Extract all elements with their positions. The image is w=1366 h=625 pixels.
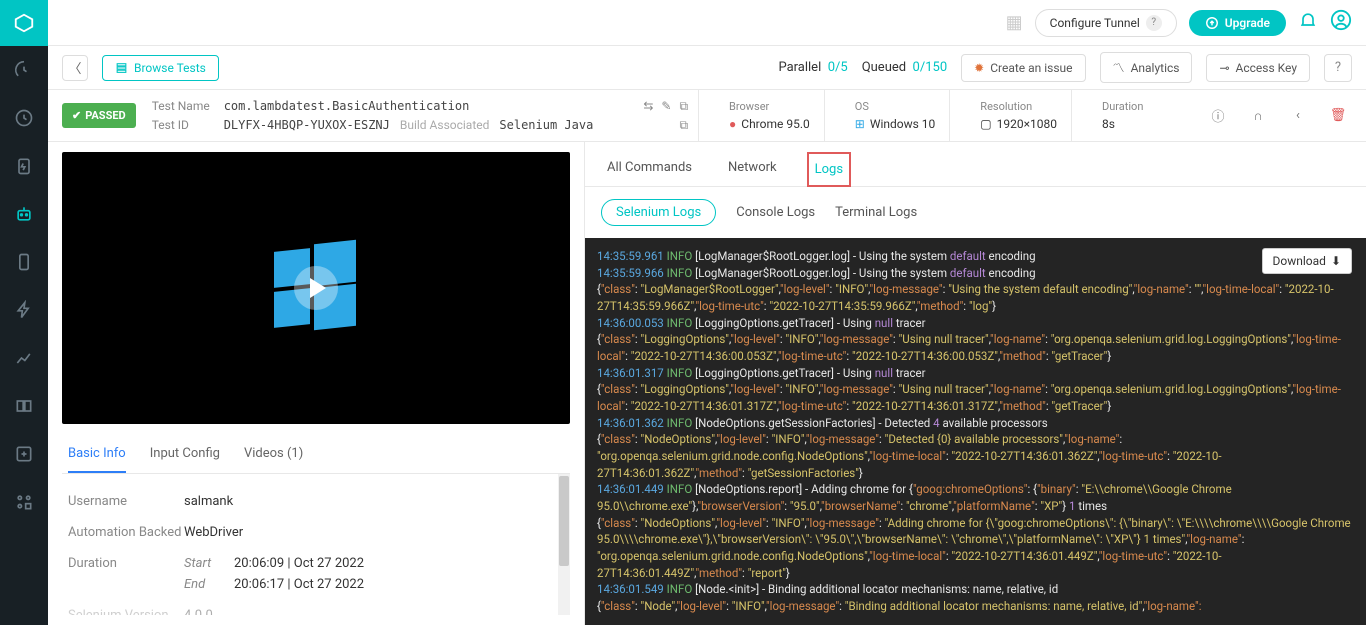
test-name-value: com.lambdatest.BasicAuthentication [224, 99, 470, 113]
device-icon[interactable] [0, 238, 48, 286]
delete-icon[interactable]: 🗑 [1324, 102, 1352, 130]
queued-count: Queued 0/150 [862, 60, 947, 75]
topbar: ▦ Configure Tunnel? Upgrade [48, 0, 1366, 46]
edit-icon[interactable]: ✎ [661, 99, 671, 114]
create-issue-button[interactable]: ✹Create an issue [961, 54, 1085, 82]
video-player[interactable] [62, 152, 570, 424]
bell-icon[interactable] [1298, 10, 1318, 35]
status-badge: ✔ PASSED [62, 103, 136, 128]
profile-icon[interactable] [1330, 9, 1352, 36]
play-icon[interactable] [294, 266, 338, 310]
analytics-button[interactable]: 〽Analytics [1100, 52, 1193, 83]
start-time: 20:06:09 | Oct 27 2022 [234, 556, 364, 571]
info-icon[interactable]: ⓘ [1204, 102, 1232, 130]
automation-icon[interactable] [0, 190, 48, 238]
subbar: 〈 Browse Tests Parallel 0/5 Queued 0/150… [48, 46, 1366, 90]
info-tabs: Basic Info Input Config Videos (1) [62, 436, 570, 474]
apps-icon[interactable] [0, 478, 48, 526]
parallel-count: Parallel 0/5 [778, 60, 847, 75]
analytics-icon[interactable] [0, 334, 48, 382]
history-icon[interactable] [0, 94, 48, 142]
share-icon[interactable]: ‹ [1284, 102, 1312, 130]
tab-logs[interactable]: Logs [807, 152, 851, 187]
tab-all-commands[interactable]: All Commands [601, 152, 698, 186]
brand-logo[interactable] [0, 0, 48, 46]
tab-network[interactable]: Network [722, 152, 783, 186]
browser-value: ●Chrome 95.0 [729, 117, 810, 131]
tab-input-config[interactable]: Input Config [150, 436, 220, 473]
access-key-button[interactable]: ⊸Access Key [1206, 54, 1310, 82]
left-nav [0, 0, 48, 625]
battery-icon[interactable] [0, 142, 48, 190]
grid-icon[interactable]: ▦ [1006, 12, 1023, 33]
settings-icon[interactable]: ⇆ [643, 99, 653, 114]
copy-icon[interactable]: ⧉ [679, 99, 688, 114]
tab-selenium-logs[interactable]: Selenium Logs [601, 199, 716, 226]
bolt-icon[interactable] [0, 286, 48, 334]
headset-icon[interactable]: ∩ [1244, 102, 1272, 130]
views-icon[interactable] [0, 382, 48, 430]
dashboard-icon[interactable] [0, 46, 48, 94]
log-console[interactable]: Download ⬇ 14:35:59.961 INFO [LogManager… [585, 238, 1366, 625]
add-icon[interactable] [0, 430, 48, 478]
help-button[interactable]: ? [1324, 54, 1352, 82]
right-pane: All Commands Network Logs Selenium Logs … [584, 142, 1366, 625]
left-pane: Basic Info Input Config Videos (1) Usern… [48, 142, 584, 625]
end-time: 20:06:17 | Oct 27 2022 [234, 577, 364, 592]
build-assoc-label: Build Associated [400, 118, 490, 132]
download-button[interactable]: Download ⬇ [1262, 248, 1352, 274]
os-value: ⊞Windows 10 [855, 117, 936, 131]
scrollbar[interactable] [558, 474, 570, 615]
copy-id-icon[interactable]: ⧉ [679, 118, 688, 133]
selenium-java: Selenium Java [499, 118, 593, 132]
tab-terminal-logs[interactable]: Terminal Logs [835, 200, 917, 225]
test-name-label: Test Name [152, 99, 214, 113]
configure-tunnel-button[interactable]: Configure Tunnel? [1035, 9, 1177, 37]
test-id-value: DLYFX-4HBQP-YUXOX-ESZNJ [224, 118, 390, 132]
username-value: salmank [184, 494, 233, 509]
help-icon: ? [1146, 15, 1162, 31]
test-id-label: Test ID [152, 118, 214, 132]
tab-basic-info[interactable]: Basic Info [68, 436, 126, 473]
upgrade-button[interactable]: Upgrade [1189, 10, 1286, 36]
resolution-value: ▢ 1920×1080 [980, 117, 1057, 131]
tab-console-logs[interactable]: Console Logs [736, 200, 815, 225]
back-button[interactable]: 〈 [62, 55, 88, 81]
automation-value: WebDriver [184, 525, 243, 540]
tab-videos[interactable]: Videos (1) [244, 436, 303, 473]
browse-tests-button[interactable]: Browse Tests [102, 55, 219, 81]
test-meta-row: ✔ PASSED Test Name com.lambdatest.BasicA… [48, 90, 1366, 142]
duration-value: 8s [1102, 117, 1166, 131]
